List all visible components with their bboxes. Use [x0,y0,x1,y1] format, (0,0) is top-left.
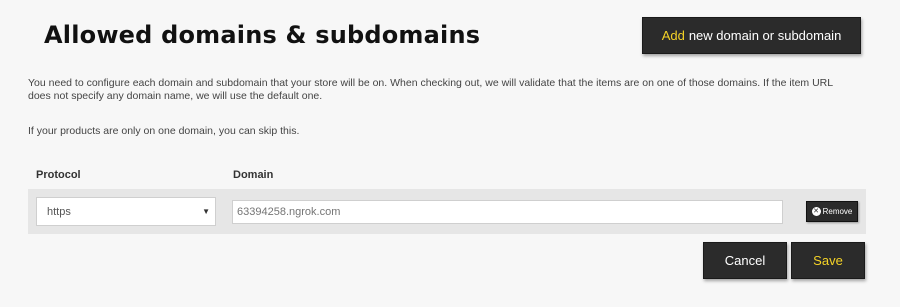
add-domain-button[interactable]: Add new domain or subdomain [642,17,861,54]
cancel-button[interactable]: Cancel [703,242,787,279]
protocol-select[interactable]: https ▼ [36,197,216,226]
add-button-label: new domain or subdomain [688,28,842,43]
page-title: Allowed domains & subdomains [44,21,481,49]
remove-button-label: Remove [822,207,853,216]
hint-text: If your products are only on one domain,… [28,125,300,137]
add-button-accent: Add [661,28,685,43]
remove-button[interactable]: ✕ Remove [806,201,858,222]
chevron-down-icon: ▼ [202,207,210,216]
domain-input[interactable] [232,200,783,224]
protocol-select-value: https [47,205,71,218]
save-button[interactable]: Save [791,242,865,279]
close-icon: ✕ [811,207,821,216]
intro-text: You need to configure each domain and su… [28,77,833,102]
column-header-protocol: Protocol [36,169,81,181]
column-header-domain: Domain [233,169,274,181]
